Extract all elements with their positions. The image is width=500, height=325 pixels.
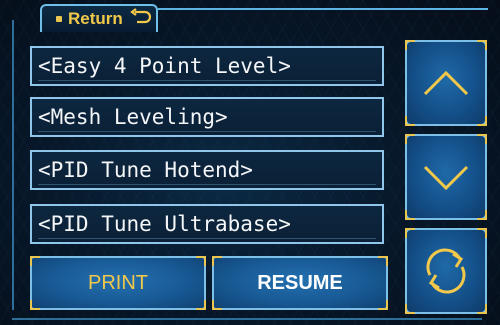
return-label: Return [68,9,123,28]
screen: Return <Easy 4 Point Level> <Mesh Leveli… [0,0,500,325]
top-frame-line [158,8,488,10]
refresh-icon [426,248,466,294]
resume-button[interactable]: RESUME [212,256,388,310]
bottom-frame-line [12,318,482,320]
bullet-icon [56,16,62,22]
refresh-button[interactable] [405,228,487,314]
menu-item-easy-4-point-level[interactable]: <Easy 4 Point Level> [30,46,384,86]
resume-button-label: RESUME [257,271,343,294]
return-arrow-icon [129,8,151,30]
menu-item-pid-tune-ultrabase[interactable]: <PID Tune Ultrabase> [30,204,384,244]
return-header[interactable]: Return [40,4,158,32]
left-frame-line [12,20,14,310]
print-button-label: PRINT [88,271,148,294]
menu-item-mesh-leveling[interactable]: <Mesh Leveling> [30,97,384,137]
menu-item-pid-tune-hotend[interactable]: <PID Tune Hotend> [30,150,384,190]
print-button[interactable]: PRINT [30,256,206,310]
scroll-down-button[interactable] [405,134,487,220]
scroll-up-button[interactable] [405,40,487,126]
chevron-down-icon [423,165,469,191]
chevron-up-icon [423,70,469,96]
